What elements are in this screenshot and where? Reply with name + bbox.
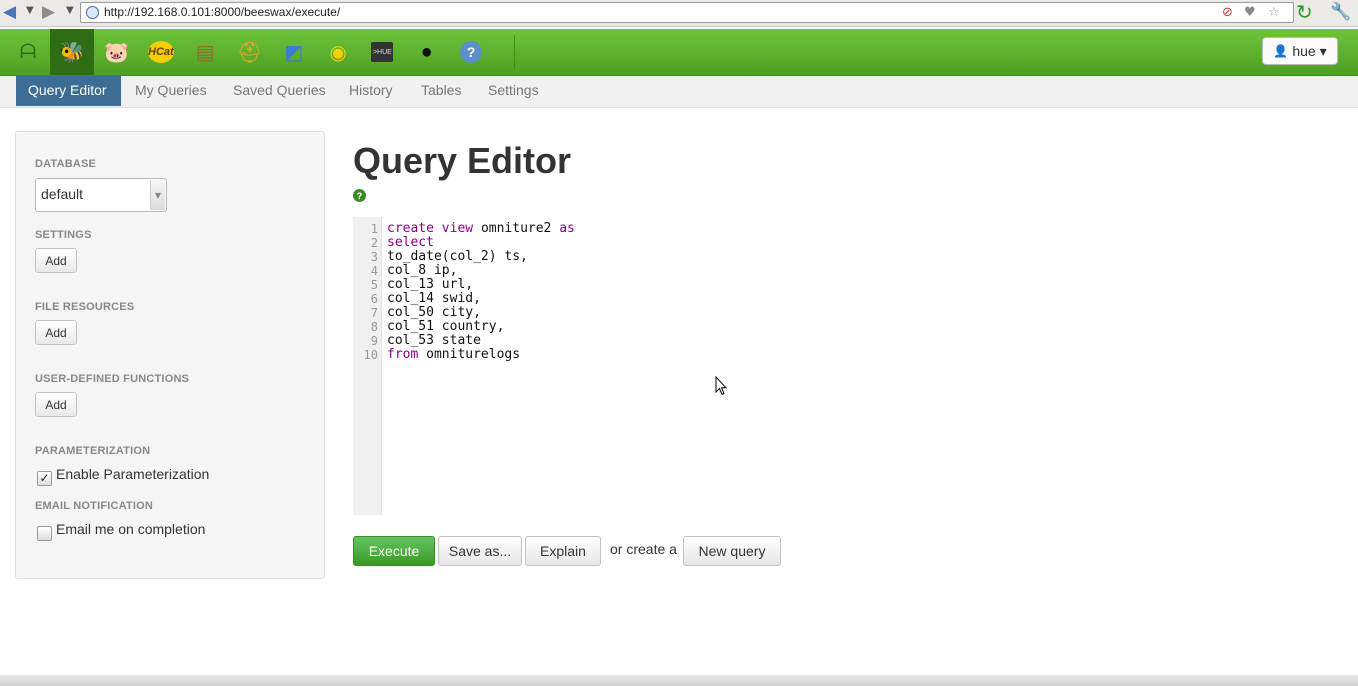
line-number: 7 [370,306,378,320]
help-icon: ? [460,41,482,63]
code-line: col_14 swid, [387,291,481,306]
add-file-resource-button[interactable]: Add [35,320,77,345]
query-editor[interactable]: 1 2 3 4 5 6 7 8 9 10 create view omniture2 as sele… [353,217,1215,515]
heart-icon[interactable]: ♥ [1244,5,1256,20]
forward-arrow-icon[interactable]: ▶ [42,3,55,21]
line-number: 9 [370,334,378,348]
add-setting-button[interactable]: Add [35,248,77,273]
browser-toolbar: ◀ ▼ ▶ ▼ http://192.168.0.101:8000/beeswa… [0,0,1358,27]
page-footer-shadow [0,675,1358,686]
question-help-icon[interactable]: ? [353,189,366,202]
site-globe-icon [86,6,99,19]
code-line: to_date(col_2) ts, [387,249,528,264]
code-line: col_13 url, [387,277,474,292]
app-user-admin-link[interactable]: ● [405,29,449,75]
file-resources-label: FILE RESOURCES [35,301,135,313]
udf-label: USER-DEFINED FUNCTIONS [35,373,190,385]
code-line: create view omniture2 as [387,221,575,236]
page-title: Query Editor [353,140,572,181]
hue-app-bar: ᗩ 🐝 🐷 HCat ▤ ⛑ ◩ ◉ >HUE ●? 👤 hue ▾ [0,29,1358,76]
code-line: col_53 state [387,333,481,348]
back-history-chevron-icon[interactable]: ▼ [26,5,34,16]
app-oozie-link[interactable]: ◩ [272,29,316,75]
file-browser-icon: ▤ [195,41,215,64]
explain-button[interactable]: Explain [525,536,601,566]
email-checkbox-label: Email me on completion [56,521,206,537]
line-number-gutter: 1 2 3 4 5 6 7 8 9 10 [353,217,382,515]
user-menu-label: hue ▾ [1292,42,1327,59]
code-line: select [387,235,434,250]
query-sidebar: DATABASE default ▼ SETTINGS Add FILE RES… [15,131,325,579]
pig-icon: 🐷 [104,41,130,64]
database-select[interactable]: default ▼ [35,178,167,212]
new-query-button[interactable]: New query [683,536,781,566]
email-notification-label: EMAIL NOTIFICATION [35,500,154,512]
user-icon: 👤 [1273,44,1289,58]
app-pig-link[interactable]: 🐷 [95,29,139,75]
line-number: 10 [363,348,378,362]
tab-history[interactable]: History [337,76,405,106]
app-file-browser-link[interactable]: ▤ [183,29,227,75]
address-bar[interactable]: http://192.168.0.101:8000/beeswax/execut… [80,2,1294,23]
line-number: 1 [370,222,378,236]
beeswax-icon: 🐝 [59,41,85,64]
database-select-value: default [41,186,84,202]
back-arrow-icon[interactable]: ◀ [3,3,16,21]
settings-label: SETTINGS [35,229,92,241]
code-line: from omniturelogs [387,347,521,362]
database-label: DATABASE [35,158,97,170]
parameterization-label: PARAMETERIZATION [35,445,151,457]
tab-tables[interactable]: Tables [409,76,473,106]
app-shell-link[interactable]: >HUE [360,29,404,75]
app-job-designer-link[interactable]: ⛑ [228,29,272,75]
url-text: http://192.168.0.101:8000/beeswax/execut… [104,5,341,19]
execute-button[interactable]: Execute [353,536,435,566]
add-udf-button[interactable]: Add [35,392,77,417]
block-icon[interactable]: ⊘ [1222,5,1233,20]
tab-my-queries[interactable]: My Queries [123,76,219,106]
line-number: 2 [370,236,378,250]
shell-icon: >HUE [371,42,394,62]
save-as-button[interactable]: Save as... [438,536,522,566]
app-help-link[interactable]: ? [449,29,493,75]
app-bar-divider [514,35,515,69]
app-hue-home-link[interactable]: ᗩ [6,29,50,75]
user-menu-button[interactable]: 👤 hue ▾ [1262,37,1338,65]
line-number: 3 [370,250,378,264]
forward-history-chevron-icon[interactable]: ▼ [66,5,74,16]
line-number: 8 [370,320,378,334]
line-number: 5 [370,278,378,292]
beeswax-subnav: Query Editor My Queries Saved Queries Hi… [0,76,1358,108]
line-number: 6 [370,292,378,306]
bookmark-star-icon[interactable]: ☆ [1268,5,1280,20]
or-create-text: or create a [610,541,677,557]
code-line: col_50 city, [387,305,481,320]
parameterization-checkbox[interactable]: ✓ [37,471,52,486]
chevron-down-icon: ▼ [150,180,165,210]
tab-saved-queries[interactable]: Saved Queries [221,76,338,106]
app-beeswax-link[interactable]: 🐝 [50,29,95,75]
code-line: col_8 ip, [387,263,458,278]
job-designer-icon: ⛑ [236,41,263,64]
reload-icon[interactable]: ↻ [1296,1,1313,23]
wrench-icon[interactable]: 🔧 [1330,2,1351,22]
app-job-browser-link[interactable]: ◉ [316,29,360,75]
user-admin-icon: ● [420,40,433,63]
line-number: 4 [370,264,378,278]
email-checkbox[interactable] [37,526,52,541]
hcat-icon: HCat [147,41,174,63]
parameterization-checkbox-label: Enable Parameterization [56,466,210,482]
hue-home-icon: ᗩ [19,40,37,63]
app-hcat-link[interactable]: HCat [139,29,183,75]
tab-query-editor[interactable]: Query Editor [16,76,121,106]
tab-settings[interactable]: Settings [476,76,551,106]
code-line: col_51 country, [387,319,505,334]
job-browser-icon: ◉ [329,41,347,64]
mouse-pointer-icon [715,375,728,401]
oozie-icon: ◩ [284,41,304,64]
